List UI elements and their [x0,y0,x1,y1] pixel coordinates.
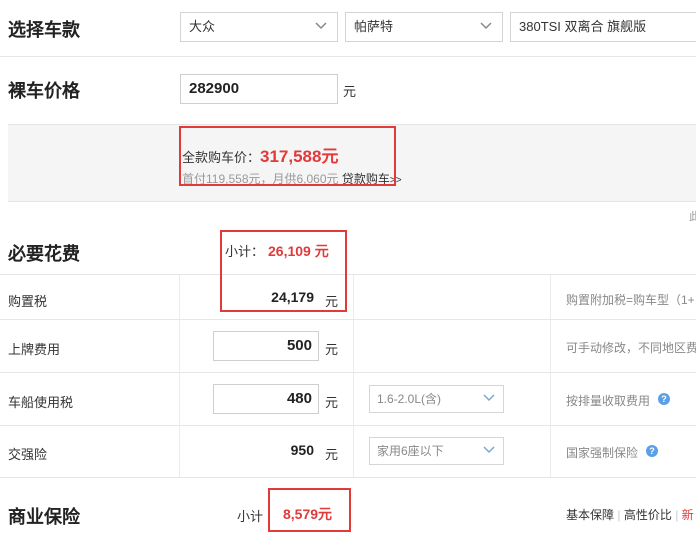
registration-fee-note: 可手动修改，不同地区费 [566,341,696,355]
compulsory-insurance-value: 950 [290,442,314,458]
vehicle-tax-input[interactable]: 480 [213,384,319,414]
series-select-value: 帕萨特 [354,19,394,34]
row-label-registration: 上牌费用 [8,342,61,357]
brand-select-value: 大众 [189,19,216,34]
table-col-divider [550,275,551,477]
row-label-compulsory-insurance: 交强险 [8,447,48,462]
table-col-divider [179,275,180,477]
vehicle-tax-unit: 元 [325,395,339,410]
model-select-value: 380TSI 双离合 旗舰版 [519,19,647,34]
commercial-insurance-title: 商业保险 [8,507,80,527]
divider [0,56,696,57]
divider [0,372,696,373]
displacement-select-value: 1.6-2.0L(含) [377,392,442,406]
table-col-divider [353,275,354,477]
purchase-tax-note: 购置附加税=购车型（1+ [566,293,695,307]
chevron-down-icon [480,13,494,41]
plan-link-new[interactable]: 新 [682,508,694,522]
divider [0,425,696,426]
plan-link-basic[interactable]: 基本保障 [566,508,614,522]
registration-fee-unit: 元 [325,342,339,357]
highlight-box-insurance [268,488,351,532]
registration-fee-value: 500 [286,337,312,354]
bare-price-title: 裸车价格 [8,81,80,101]
plan-link-value[interactable]: 高性价比 [624,508,672,522]
chevron-down-icon [483,386,495,412]
chevron-down-icon [315,13,329,41]
vehicle-tax-value: 480 [286,390,312,407]
edge-text: 此 [689,211,696,223]
insurance-plan-links: 基本保障 | 高性价比 | 新 [566,506,694,523]
select-car-title: 选择车款 [8,20,80,40]
bare-price-unit: 元 [343,84,357,99]
chevron-down-icon [483,438,495,464]
question-circle-icon[interactable]: ? [658,393,670,405]
row-label-purchase-tax: 购置税 [8,294,48,309]
row-label-vehicle-tax: 车船使用税 [8,395,74,410]
divider [0,477,696,478]
link-separator: | [675,508,679,522]
seat-type-select[interactable]: 家用6座以下 [369,437,504,465]
bare-price-value: 282900 [189,80,240,97]
highlight-box-full-price [179,126,396,186]
displacement-select[interactable]: 1.6-2.0L(含) [369,385,504,413]
compulsory-insurance-unit: 元 [325,447,339,462]
vehicle-tax-note: 按排量收取费用 [566,394,651,408]
seat-type-select-value: 家用6座以下 [377,444,444,458]
registration-fee-input[interactable]: 500 [213,331,319,361]
divider [0,319,696,320]
series-select[interactable]: 帕萨特 [345,12,503,42]
link-separator: | [617,508,621,522]
divider [0,274,696,275]
brand-select[interactable]: 大众 [180,12,338,42]
required-costs-title: 必要花费 [8,244,80,264]
question-circle-icon[interactable]: ? [646,445,658,457]
highlight-box-required [220,230,347,312]
compulsory-insurance-note: 国家强制保险 [566,446,639,460]
model-select[interactable]: 380TSI 双离合 旗舰版 [510,12,696,42]
bare-price-input[interactable]: 282900 [180,74,338,104]
insurance-subtotal-label: 小计 [237,509,264,524]
